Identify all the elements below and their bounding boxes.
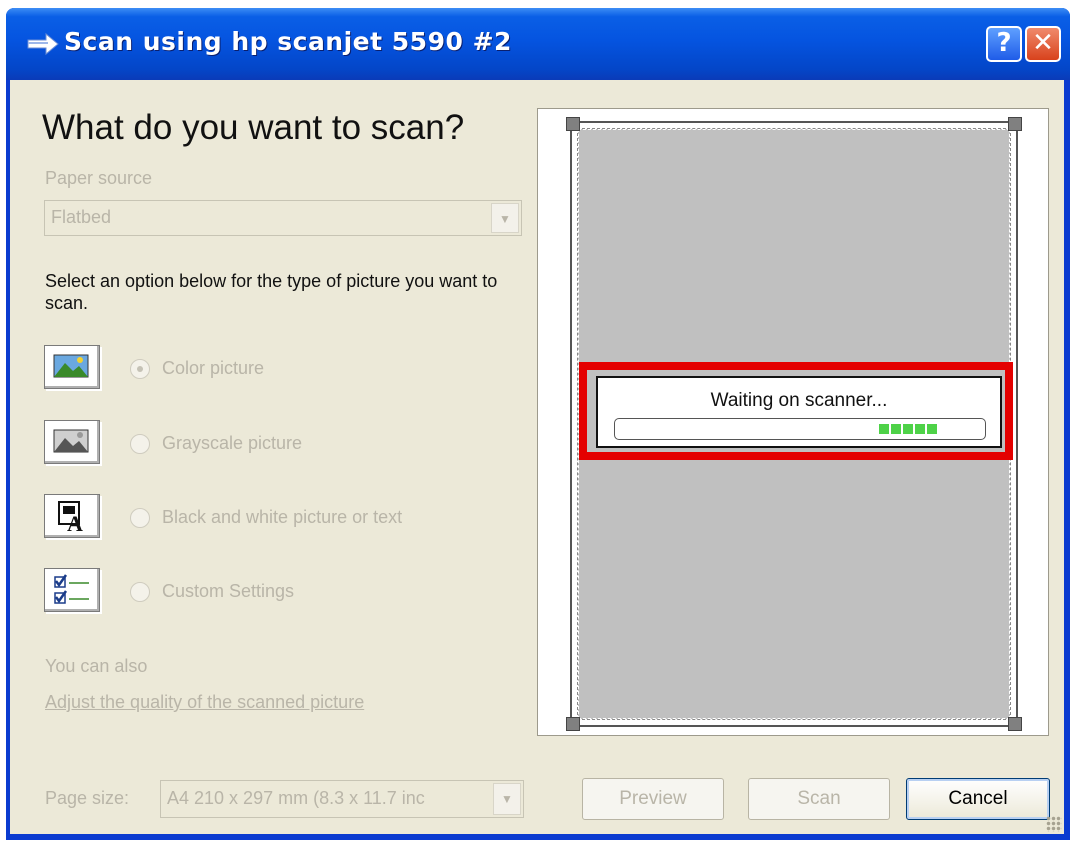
title-bar[interactable]: Scan using hp scanjet 5590 #2 ? ✕ (6, 8, 1070, 80)
crop-handle-bottom-left[interactable] (566, 717, 580, 731)
progress-block (927, 424, 937, 434)
status-text: Waiting on scanner... (710, 390, 888, 411)
color-picture-radio[interactable] (130, 359, 150, 379)
scan-button[interactable]: Scan (748, 778, 890, 820)
page-size-label: Page size: (45, 788, 130, 808)
progress-block (891, 424, 901, 434)
scanner-arrow-icon (27, 32, 59, 56)
preview-button[interactable]: Preview (582, 778, 724, 820)
crop-handle-bottom-right[interactable] (1008, 717, 1022, 731)
paper-source-value: Flatbed (51, 207, 112, 227)
paper-source-label: Paper source (45, 168, 153, 188)
custom-settings-icon[interactable] (44, 568, 100, 612)
page-title: What do you want to scan? (42, 108, 465, 147)
page-size-dropdown[interactable]: A4 210 x 297 mm (8.3 x 11.7 inc ▼ (160, 780, 524, 818)
progress-bar (614, 418, 986, 440)
crop-handle-top-left[interactable] (566, 117, 580, 131)
instructions-text: Select an option below for the type of p… (45, 271, 498, 313)
svg-text:A: A (67, 511, 83, 536)
adjust-quality-link[interactable]: Adjust the quality of the scanned pictur… (45, 692, 364, 713)
crop-handle-top-right[interactable] (1008, 117, 1022, 131)
progress-block (903, 424, 913, 434)
grayscale-picture-radio[interactable] (130, 434, 150, 454)
black-white-text-icon[interactable]: A (44, 494, 100, 538)
color-picture-label[interactable]: Color picture (162, 358, 264, 379)
help-button[interactable]: ? (986, 26, 1022, 62)
black-white-label[interactable]: Black and white picture or text (162, 507, 402, 528)
grayscale-picture-label[interactable]: Grayscale picture (162, 433, 302, 454)
black-white-radio[interactable] (130, 508, 150, 528)
chevron-down-icon[interactable]: ▼ (491, 203, 519, 233)
progress-block (915, 424, 925, 434)
status-popup: Waiting on scanner... (596, 376, 1002, 448)
close-button[interactable]: ✕ (1025, 26, 1061, 62)
chevron-down-icon[interactable]: ▼ (493, 783, 521, 815)
resize-grip[interactable] (1046, 816, 1062, 832)
paper-source-dropdown[interactable]: Flatbed ▼ (44, 200, 522, 236)
grayscale-picture-icon[interactable] (44, 420, 100, 464)
window-title: Scan using hp scanjet 5590 #2 (64, 27, 512, 56)
page-size-value: A4 210 x 297 mm (8.3 x 11.7 inc (167, 788, 425, 808)
cancel-button[interactable]: Cancel (906, 778, 1050, 820)
color-picture-icon[interactable] (44, 345, 100, 389)
you-can-also-label: You can also (45, 656, 148, 676)
progress-block (879, 424, 889, 434)
scan-dialog-window: Scan using hp scanjet 5590 #2 ? ✕ What d… (6, 8, 1070, 840)
custom-settings-label[interactable]: Custom Settings (162, 581, 294, 602)
dialog-body: What do you want to scan? Paper source F… (10, 80, 1064, 834)
custom-settings-radio[interactable] (130, 582, 150, 602)
